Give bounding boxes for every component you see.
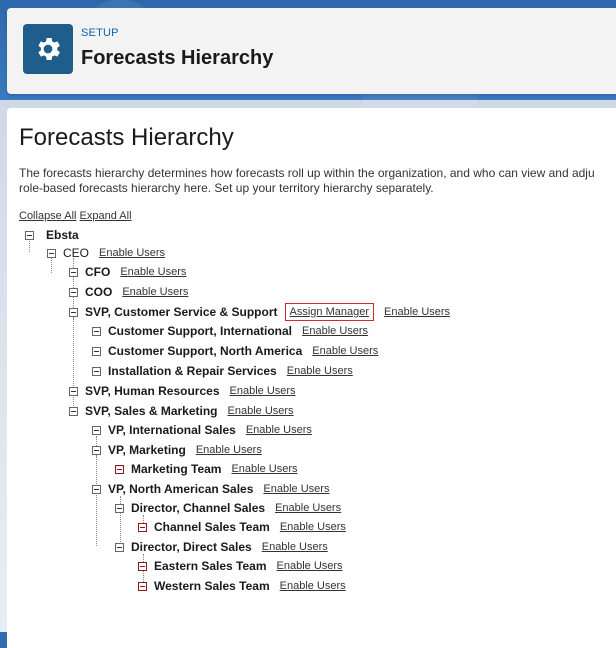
enable-users-link[interactable]: Enable Users (231, 463, 297, 475)
node-label[interactable]: Western Sales Team (154, 579, 270, 593)
enable-users-link[interactable]: Enable Users (277, 560, 343, 572)
tree-node-vp-north-american-sales: VP, North American Sales Enable Users (92, 481, 329, 497)
tree-node-svp-sales-marketing: SVP, Sales & Marketing Enable Users (69, 403, 294, 419)
tree-node-western-sales-team: Western Sales Team Enable Users (138, 578, 346, 594)
enable-users-link[interactable]: Enable Users (312, 345, 378, 357)
node-label[interactable]: Installation & Repair Services (108, 364, 277, 378)
collapse-toggle-icon[interactable] (92, 366, 101, 376)
tree-node-ceo: CEO Enable Users (47, 245, 165, 261)
node-label[interactable]: Channel Sales Team (154, 520, 270, 534)
enable-users-link[interactable]: Enable Users (384, 306, 450, 318)
collapse-toggle-icon[interactable] (115, 503, 124, 513)
collapse-toggle-icon[interactable] (138, 581, 147, 591)
tree-node-cfo: CFO Enable Users (69, 264, 186, 280)
tree-connector (73, 318, 74, 368)
node-label[interactable]: Director, Channel Sales (131, 501, 265, 515)
enable-users-link[interactable]: Enable Users (280, 521, 346, 533)
node-label[interactable]: VP, Marketing (108, 443, 186, 457)
tree-node-director-channel-sales: Director, Channel Sales Enable Users (115, 500, 341, 516)
tree-node-customer-support-north-america: Customer Support, North America Enable U… (92, 343, 378, 359)
collapse-toggle-icon[interactable] (47, 248, 56, 258)
enable-users-link[interactable]: Enable Users (230, 385, 296, 397)
collapse-toggle-icon[interactable] (92, 484, 101, 494)
node-label[interactable]: Customer Support, International (108, 324, 292, 338)
node-label[interactable]: CFO (85, 265, 110, 279)
collapse-toggle-icon[interactable] (138, 561, 147, 571)
node-label[interactable]: Eastern Sales Team (154, 559, 267, 573)
collapse-toggle-icon[interactable] (92, 425, 101, 435)
enable-users-link[interactable]: Enable Users (280, 580, 346, 592)
enable-users-link[interactable]: Enable Users (263, 483, 329, 495)
node-label[interactable]: COO (85, 285, 112, 299)
enable-users-link[interactable]: Enable Users (262, 541, 328, 553)
collapse-toggle-icon[interactable] (69, 287, 78, 297)
collapse-toggle-icon[interactable] (69, 307, 78, 317)
enable-users-link[interactable]: Enable Users (302, 325, 368, 337)
tree-node-director-direct-sales: Director, Direct Sales Enable Users (115, 539, 328, 555)
node-label[interactable]: VP, North American Sales (108, 482, 253, 496)
collapse-toggle-icon[interactable] (69, 406, 78, 416)
node-label[interactable]: Customer Support, North America (108, 344, 302, 358)
node-label[interactable]: SVP, Customer Service & Support (85, 305, 278, 319)
enable-users-link[interactable]: Enable Users (246, 424, 312, 436)
tree-node-vp-marketing: VP, Marketing Enable Users (92, 442, 262, 458)
node-label[interactable]: Ebsta (46, 228, 79, 242)
tree-node-customer-support-international: Customer Support, International Enable U… (92, 323, 368, 339)
node-label[interactable]: Marketing Team (131, 462, 221, 476)
enable-users-link[interactable]: Enable Users (196, 444, 262, 456)
hierarchy-tree: Ebsta CEO Enable Users CFO Enable Users … (0, 0, 616, 632)
tree-node-svp-human-resources: SVP, Human Resources Enable Users (69, 383, 296, 399)
node-label[interactable]: Director, Direct Sales (131, 540, 252, 554)
enable-users-link[interactable]: Enable Users (275, 502, 341, 514)
collapse-toggle-icon[interactable] (92, 346, 101, 356)
assign-manager-link[interactable]: Assign Manager (284, 303, 375, 321)
enable-users-link[interactable]: Enable Users (120, 266, 186, 278)
tree-node-ebsta: Ebsta (25, 227, 79, 243)
collapse-toggle-icon[interactable] (69, 267, 78, 277)
tree-node-installation-repair: Installation & Repair Services Enable Us… (92, 363, 353, 379)
enable-users-link[interactable]: Enable Users (287, 365, 353, 377)
collapse-toggle-icon[interactable] (92, 326, 101, 336)
collapse-toggle-icon[interactable] (115, 464, 124, 474)
node-label[interactable]: VP, International Sales (108, 423, 236, 437)
collapse-toggle-icon[interactable] (25, 230, 34, 240)
tree-node-channel-sales-team: Channel Sales Team Enable Users (138, 519, 346, 535)
enable-users-link[interactable]: Enable Users (122, 286, 188, 298)
tree-node-svp-customer-service: SVP, Customer Service & Support Assign M… (69, 303, 450, 321)
tree-node-eastern-sales-team: Eastern Sales Team Enable Users (138, 558, 343, 574)
enable-users-link[interactable]: Enable Users (228, 405, 294, 417)
collapse-toggle-icon[interactable] (92, 445, 101, 455)
tree-node-vp-international-sales: VP, International Sales Enable Users (92, 422, 312, 438)
node-label[interactable]: SVP, Sales & Marketing (85, 404, 218, 418)
collapse-toggle-icon[interactable] (115, 542, 124, 552)
collapse-toggle-icon[interactable] (138, 522, 147, 532)
enable-users-link[interactable]: Enable Users (99, 247, 165, 259)
node-label[interactable]: CEO (63, 246, 89, 260)
tree-node-marketing-team: Marketing Team Enable Users (115, 461, 298, 477)
tree-node-coo: COO Enable Users (69, 284, 188, 300)
node-label[interactable]: SVP, Human Resources (85, 384, 220, 398)
collapse-toggle-icon[interactable] (69, 386, 78, 396)
